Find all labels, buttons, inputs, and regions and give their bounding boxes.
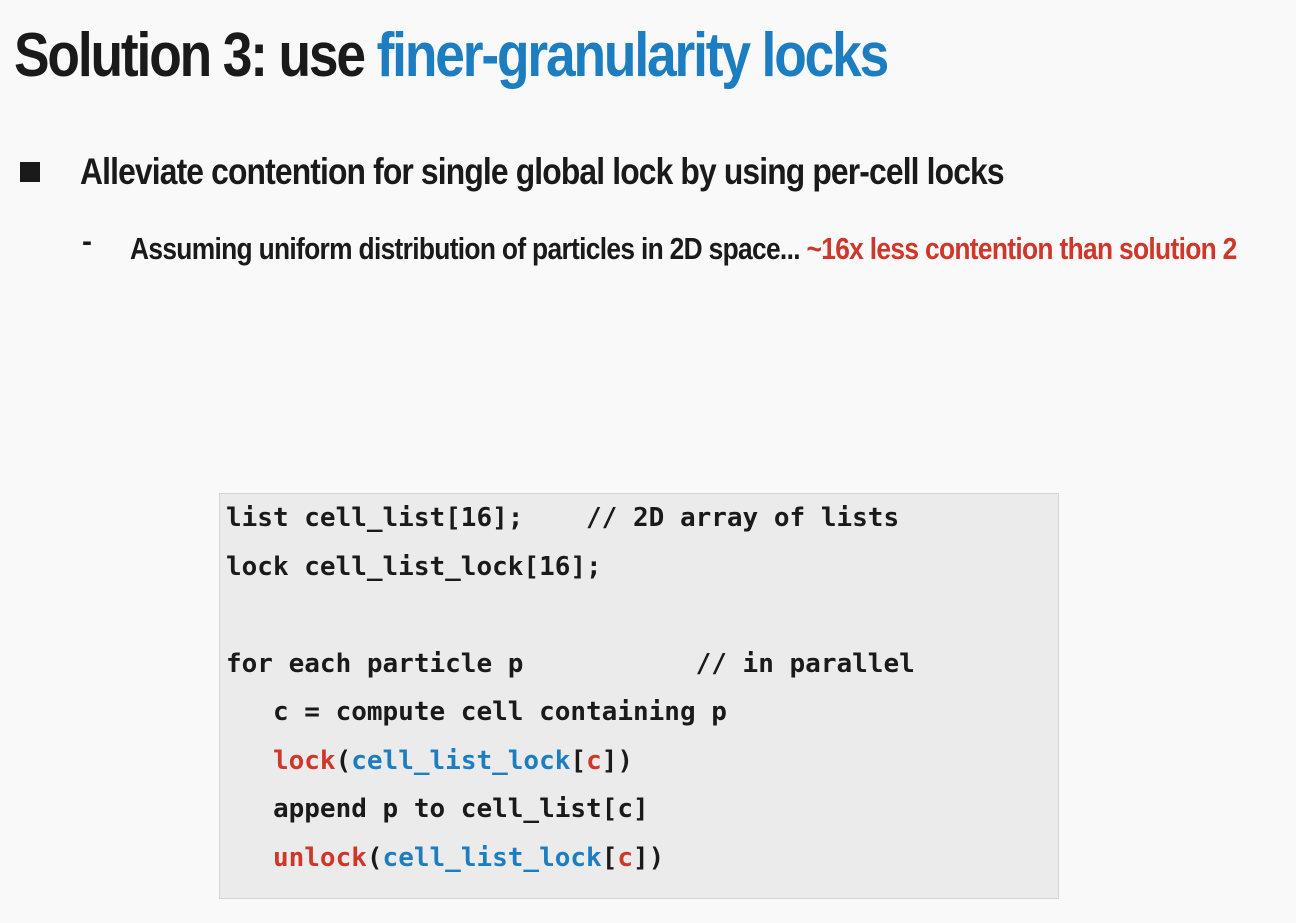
square-bullet-icon: [20, 162, 40, 182]
lock-array: cell_list_lock: [351, 745, 571, 776]
slide-title: Solution 3: use finer-granularity locks: [14, 10, 890, 102]
bracket-open: [: [601, 842, 618, 873]
bullet-text: Alleviate contention for single global l…: [80, 151, 1005, 192]
bracket-close: ]: [633, 842, 649, 873]
title-accent: finer-granularity locks: [376, 21, 890, 90]
bracket-close: ]: [601, 745, 618, 776]
paren-open: (: [335, 745, 352, 776]
lock-call: lock: [272, 745, 336, 776]
code-line-8: unlock(cell_list_lock[c]): [226, 843, 664, 873]
unlock-call: unlock: [272, 842, 367, 873]
paren-close: ): [617, 745, 634, 776]
code-line-7: append p to cell_list[c]: [226, 794, 649, 824]
title-plain: Solution 3: use: [14, 21, 377, 90]
code-listing: list cell_list[16]; // 2D array of lists…: [226, 494, 915, 882]
sub-bullet-dash: -: [82, 225, 92, 258]
sub-bullet: Assuming uniform distribution of particl…: [130, 224, 1261, 274]
paren-open: (: [366, 842, 383, 873]
lock-index: c: [586, 745, 602, 776]
code-line-4: for each particle p // in parallel: [226, 648, 915, 679]
sub-bullet-text: Assuming uniform distribution of particl…: [130, 231, 807, 266]
unlock-index: c: [617, 842, 634, 873]
bracket-open: [: [570, 745, 587, 776]
sub-bullet-highlight: ~16x less contention than solution 2: [806, 231, 1238, 266]
code-line-1: list cell_list[16]; // 2D array of lists: [226, 503, 900, 533]
code-line-2: lock cell_list_lock[16];: [226, 551, 602, 582]
unlock-array: cell_list_lock: [382, 842, 602, 873]
code-block: list cell_list[16]; // 2D array of lists…: [219, 493, 1059, 899]
code-line-5: c = compute cell containing p: [226, 697, 727, 727]
paren-close: ): [648, 842, 665, 873]
code-line-6: lock(cell_list_lock[c]): [226, 746, 633, 776]
